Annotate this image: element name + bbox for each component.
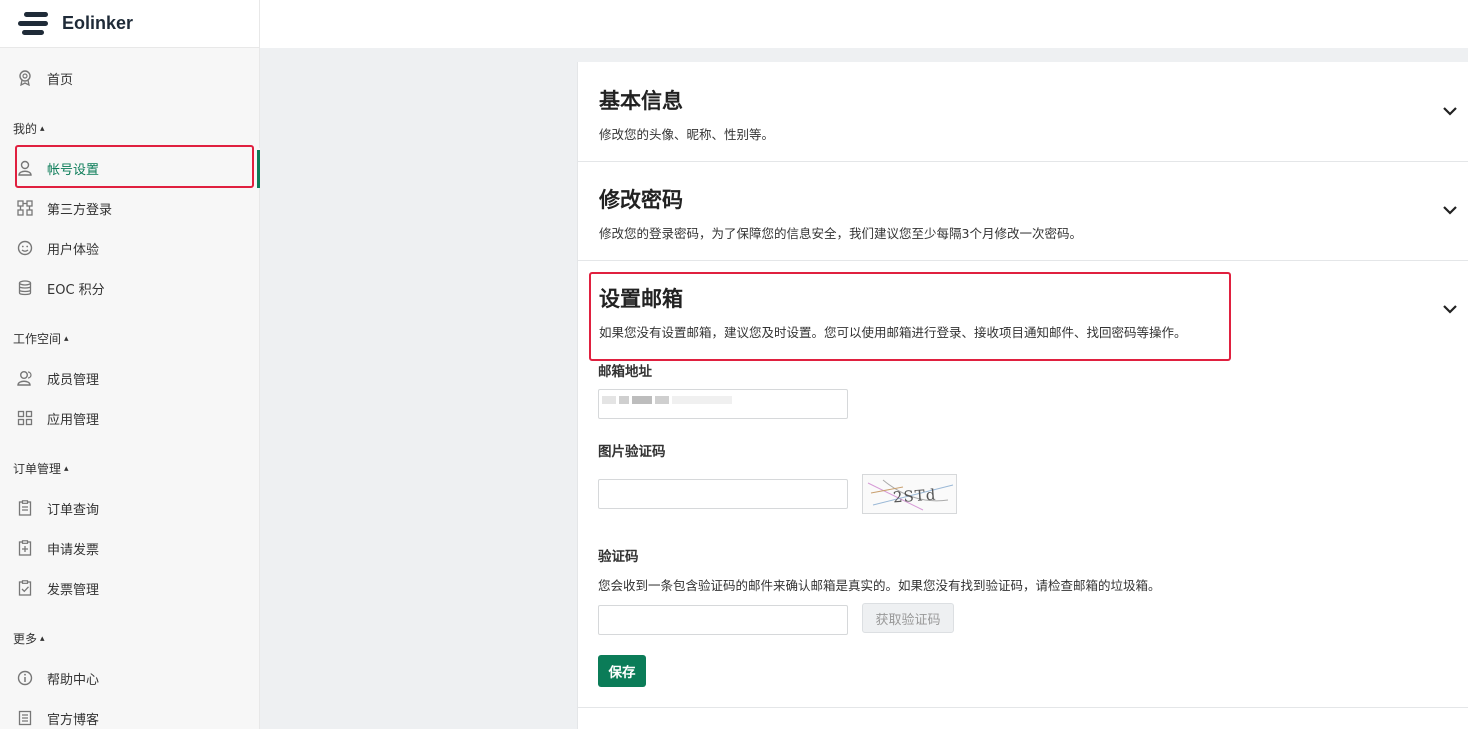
sidebar-item-apps[interactable]: 应用管理 xyxy=(0,398,260,438)
app: Eolinker 首页 我的 ▴ 帐号设置 第三方登录 用户体验 EOC 积分 … xyxy=(0,0,1468,729)
captcha-image[interactable]: 2STd xyxy=(862,474,957,514)
sidebar-item-label: 应用管理 xyxy=(47,412,100,428)
eolinker-logo-icon xyxy=(18,11,50,36)
highlight-box-email-section xyxy=(589,272,1231,361)
section-desc: 修改您的登录密码，为了保障您的信息安全，我们建议您至少每隔3个月修改一次密码。 xyxy=(599,226,1082,241)
link-icon xyxy=(17,200,33,216)
caret-up-icon: ▴ xyxy=(64,463,69,474)
sidebar-item-label: 发票管理 xyxy=(47,582,100,598)
sidebar: Eolinker 首页 我的 ▴ 帐号设置 第三方登录 用户体验 EOC 积分 … xyxy=(0,0,260,729)
section-title: 基本信息 xyxy=(599,89,683,113)
sidebar-item-apply-invoice[interactable]: 申请发票 xyxy=(0,528,260,568)
section-basic-info[interactable]: 基本信息 修改您的头像、昵称、性别等。 xyxy=(578,62,1468,162)
email-address-label: 邮箱地址 xyxy=(598,364,652,380)
apps-icon xyxy=(17,410,33,426)
clipboard-icon xyxy=(17,500,33,516)
caret-up-icon: ▴ xyxy=(40,123,45,134)
caret-up-icon: ▴ xyxy=(64,333,69,344)
clipboard-check-icon xyxy=(17,580,33,596)
email-address-input[interactable] xyxy=(598,389,848,419)
chevron-down-icon[interactable] xyxy=(1441,201,1459,219)
clipboard-plus-icon xyxy=(17,540,33,556)
captcha-text: 2STd xyxy=(892,485,938,507)
sidebar-item-invoice-management[interactable]: 发票管理 xyxy=(0,568,260,608)
members-icon xyxy=(17,370,33,386)
captcha-input[interactable] xyxy=(598,479,848,509)
info-icon xyxy=(17,670,33,686)
verification-code-label: 验证码 xyxy=(598,549,639,565)
chevron-down-icon[interactable] xyxy=(1441,102,1459,120)
chevron-up-down-icon[interactable] xyxy=(1441,300,1459,318)
sidebar-item-label: 第三方登录 xyxy=(47,202,113,218)
divider xyxy=(578,707,1468,708)
sidebar-item-label: 用户体验 xyxy=(47,242,100,258)
sidebar-item-label: 官方博客 xyxy=(47,712,100,728)
section-orders[interactable]: 订单管理 ▴ xyxy=(13,460,69,477)
brand-name: Eolinker xyxy=(62,13,134,33)
email-address-redacted xyxy=(602,396,732,404)
caret-up-icon: ▴ xyxy=(40,633,45,644)
sidebar-item-label: EOC 积分 xyxy=(47,282,105,298)
sidebar-item-help-center[interactable]: 帮助中心 xyxy=(0,658,260,698)
section-more[interactable]: 更多 ▴ xyxy=(13,630,45,647)
top-bar xyxy=(260,0,1468,48)
save-button[interactable]: 保存 xyxy=(598,655,646,687)
sidebar-item-label: 成员管理 xyxy=(47,372,100,388)
sidebar-item-third-party-login[interactable]: 第三方登录 xyxy=(0,188,260,228)
sidebar-item-user-experience[interactable]: 用户体验 xyxy=(0,228,260,268)
sidebar-item-official-blog[interactable]: 官方博客 xyxy=(0,698,260,729)
section-desc: 修改您的头像、昵称、性别等。 xyxy=(599,127,775,142)
section-title: 修改密码 xyxy=(599,188,683,212)
sidebar-item-label: 帮助中心 xyxy=(47,672,100,688)
list-icon xyxy=(17,710,33,726)
sidebar-item-label: 申请发票 xyxy=(47,542,100,558)
get-code-button[interactable]: 获取验证码 xyxy=(862,603,954,633)
verification-code-desc: 您会收到一条包含验证码的邮件来确认邮箱是真实的。如果您没有找到验证码，请检查邮箱… xyxy=(598,578,1161,593)
brand[interactable]: Eolinker xyxy=(0,0,259,48)
sidebar-item-label: 订单查询 xyxy=(47,502,100,518)
database-icon xyxy=(17,280,33,296)
section-workspace[interactable]: 工作空间 ▴ xyxy=(13,330,69,347)
smile-icon xyxy=(17,240,33,256)
section-password[interactable]: 修改密码 修改您的登录密码，为了保障您的信息安全，我们建议您至少每隔3个月修改一… xyxy=(578,162,1468,261)
verification-code-input[interactable] xyxy=(598,605,848,635)
award-icon xyxy=(17,70,33,86)
sidebar-item-eoc-points[interactable]: EOC 积分 xyxy=(0,268,260,308)
section-mine[interactable]: 我的 ▴ xyxy=(13,120,45,137)
captcha-label: 图片验证码 xyxy=(598,444,666,460)
highlight-box-sidebar xyxy=(15,145,254,188)
sidebar-item-label: 首页 xyxy=(47,72,74,88)
sidebar-item-order-query[interactable]: 订单查询 xyxy=(0,488,260,528)
sidebar-item-members[interactable]: 成员管理 xyxy=(0,358,260,398)
sidebar-item-home[interactable]: 首页 xyxy=(0,58,260,98)
